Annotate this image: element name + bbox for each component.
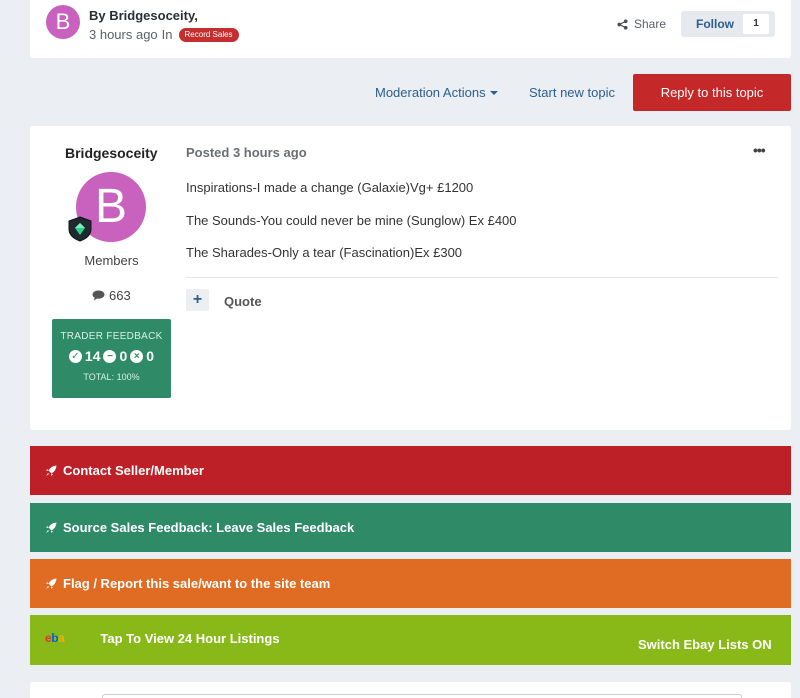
- quote-button[interactable]: Quote: [224, 294, 262, 309]
- rocket-icon: [46, 465, 57, 476]
- topic-author-byline[interactable]: By Bridgesoceity,: [89, 8, 198, 23]
- comment-icon: [92, 290, 105, 301]
- flag-report-bar[interactable]: Flag / Report this sale/want to the site…: [30, 559, 791, 608]
- ebay-logo: ebay: [45, 631, 71, 645]
- follow-label: Follow: [696, 17, 734, 31]
- forum-badge[interactable]: Record Sales: [178, 27, 239, 42]
- share-button[interactable]: Share: [617, 17, 666, 31]
- post-divider: [186, 277, 778, 278]
- rocket-icon: [46, 522, 57, 533]
- trader-feedback-counts: ✓ 14 − 0 × 0: [52, 348, 171, 364]
- more-options-icon[interactable]: •••: [753, 142, 766, 158]
- topic-meta: 3 hours ago In Record Sales: [89, 27, 239, 42]
- follow-count: 1: [743, 14, 769, 34]
- reply-box-card: [30, 682, 791, 698]
- post-timestamp: Posted 3 hours ago: [186, 145, 307, 160]
- sales-feedback-bar[interactable]: Source Sales Feedback: Leave Sales Feedb…: [30, 503, 791, 552]
- negative-count: 0: [146, 348, 155, 364]
- reply-editor[interactable]: [102, 694, 742, 698]
- minus-circle-icon: −: [103, 349, 117, 363]
- post-count-value: 663: [109, 288, 131, 303]
- rank-diamond-icon: [68, 216, 92, 242]
- topic-header: B By Bridgesoceity, 3 hours ago In Recor…: [30, 0, 791, 58]
- sales-feedback-label: Source Sales Feedback: Leave Sales Feedb…: [63, 520, 355, 535]
- post-count: 663: [92, 288, 131, 303]
- times-circle-icon: ×: [130, 349, 144, 363]
- reply-to-topic-button[interactable]: Reply to this topic: [633, 74, 791, 111]
- start-new-topic-link[interactable]: Start new topic: [529, 85, 615, 100]
- trader-feedback-box[interactable]: TRADER FEEDBACK ✓ 14 − 0 × 0 TOTAL: 100%: [52, 319, 171, 398]
- positive-count: 14: [84, 348, 101, 364]
- ebay-listings-label: Tap To View 24 Hour Listings: [100, 630, 280, 646]
- flag-report-label: Flag / Report this sale/want to the site…: [63, 576, 331, 591]
- post-line: Inspirations-I made a change (Galaxie)Vg…: [186, 180, 474, 195]
- trader-feedback-title: TRADER FEEDBACK: [60, 331, 163, 342]
- share-label: Share: [634, 17, 667, 31]
- multiquote-button[interactable]: +: [186, 289, 209, 311]
- in-label: In: [161, 27, 173, 42]
- contact-seller-bar[interactable]: Contact Seller/Member: [30, 446, 791, 495]
- follow-button[interactable]: Follow 1: [681, 11, 775, 37]
- trader-feedback-total: TOTAL: 100%: [83, 372, 140, 382]
- moderation-actions-label: Moderation Actions: [375, 85, 486, 100]
- caret-down-icon: [489, 90, 498, 95]
- post-line: The Sharades-Only a tear (Fascination)Ex…: [186, 245, 463, 260]
- member-group: Members: [84, 253, 139, 268]
- avatar[interactable]: B: [46, 5, 80, 39]
- check-circle-icon: ✓: [68, 349, 82, 363]
- post-card: Bridgesoceity B Members 663 TRADER FEEDB…: [30, 126, 791, 430]
- ebay-listings-bar[interactable]: ebay Tap To View 24 Hour Listings Switch…: [30, 615, 791, 665]
- share-icon: [617, 18, 628, 30]
- topic-time: 3 hours ago: [89, 27, 158, 42]
- post-author-name[interactable]: Bridgesoceity: [65, 145, 158, 161]
- neutral-count: 0: [119, 348, 128, 364]
- moderation-actions-dropdown[interactable]: Moderation Actions: [375, 85, 498, 100]
- rocket-icon: [46, 578, 57, 589]
- post-line: The Sounds-You could never be mine (Sung…: [186, 213, 517, 228]
- switch-ebay-toggle[interactable]: Switch Ebay Lists ON: [638, 637, 772, 652]
- contact-seller-label: Contact Seller/Member: [63, 463, 204, 478]
